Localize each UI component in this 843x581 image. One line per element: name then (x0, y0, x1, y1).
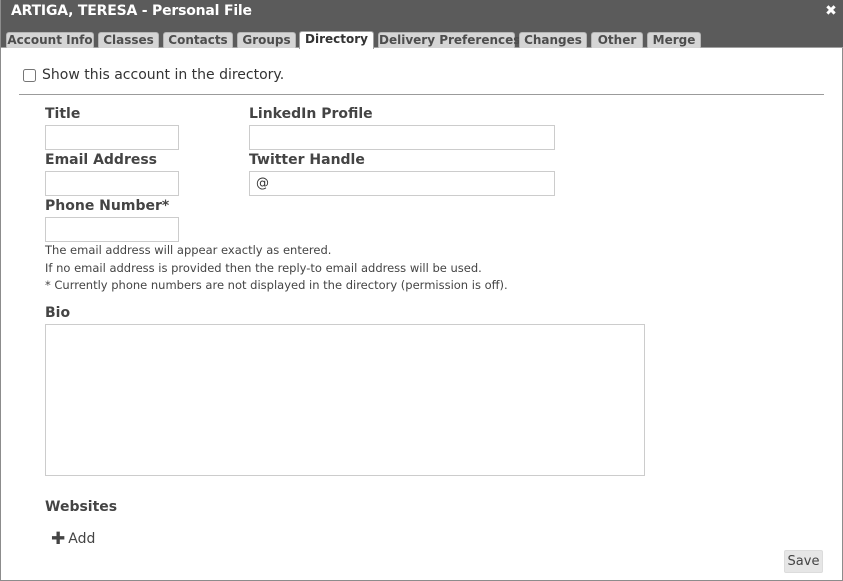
title-label: Title (45, 106, 81, 122)
add-website-label: Add (68, 531, 96, 547)
title-field[interactable] (45, 125, 179, 150)
show-in-directory-checkbox[interactable] (23, 68, 36, 82)
phone-permission-note: * Currently phone numbers are not displa… (45, 278, 508, 292)
twitter-label: Twitter Handle (249, 152, 365, 168)
bio-textarea[interactable] (45, 324, 645, 476)
section-divider (19, 94, 824, 95)
tab-groups[interactable]: Groups (237, 32, 296, 48)
plus-icon: ✚ (51, 528, 66, 549)
email-field[interactable] (45, 171, 179, 196)
tab-changes[interactable]: Changes (519, 32, 587, 48)
linkedin-label: LinkedIn Profile (249, 106, 373, 122)
linkedin-field[interactable] (249, 125, 555, 150)
close-icon[interactable]: ✖ (824, 2, 838, 20)
tab-contacts[interactable]: Contacts (163, 32, 233, 48)
add-website-button[interactable]: ✚ Add (51, 529, 95, 549)
tab-delivery-preferences[interactable]: Delivery Preferences (378, 32, 520, 48)
phone-field[interactable] (45, 217, 179, 242)
dialog-title: ARTIGA, TERESA - Personal File (11, 3, 252, 19)
bio-label: Bio (45, 305, 71, 321)
phone-label: Phone Number* (45, 198, 170, 214)
tab-merge[interactable]: Merge (647, 32, 701, 48)
save-button[interactable]: Save (784, 550, 823, 573)
show-in-directory-row[interactable]: Show this account in the directory. (23, 66, 284, 84)
websites-label: Websites (45, 499, 118, 515)
show-in-directory-label: Show this account in the directory. (42, 67, 285, 83)
reply-to-note: If no email address is provided then the… (45, 261, 482, 275)
email-note: The email address will appear exactly as… (45, 243, 332, 257)
tab-classes[interactable]: Classes (98, 32, 159, 48)
personal-file-dialog: ARTIGA, TERESA - Personal File ✖ Account… (0, 0, 843, 581)
tab-bar: Account Info Classes Contacts Groups Dir… (1, 22, 843, 49)
tab-other[interactable]: Other (591, 32, 643, 48)
twitter-field[interactable] (249, 171, 555, 196)
title-bar: ARTIGA, TERESA - Personal File ✖ (1, 0, 843, 22)
email-label: Email Address (45, 152, 158, 168)
tab-account-info[interactable]: Account Info (6, 32, 94, 48)
tab-directory[interactable]: Directory (299, 31, 374, 49)
